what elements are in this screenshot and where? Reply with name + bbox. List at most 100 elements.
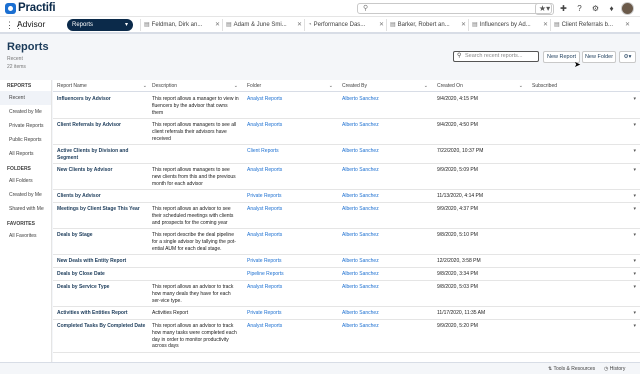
close-icon[interactable]: ✕ [379, 19, 384, 31]
sidebar-item-recent[interactable]: Recent [0, 91, 51, 105]
folder-link[interactable]: Analyst Reports [247, 323, 335, 330]
chevron-down-icon[interactable]: ⌄ [234, 80, 238, 92]
column-header-subscribed[interactable]: Subscribed [532, 80, 618, 92]
chevron-down-icon[interactable]: ⌄ [424, 80, 428, 92]
row-actions-chevron-down-icon[interactable]: ▾ [633, 284, 636, 290]
report-name-link[interactable]: Meetings by Client Stage This Year [57, 206, 147, 213]
folder-link[interactable]: Client Reports [247, 148, 335, 155]
row-actions-chevron-down-icon[interactable]: ▾ [633, 148, 636, 154]
sidebar-item-created-by-me[interactable]: Created by Me [0, 105, 51, 119]
folder-link[interactable]: Private Reports [247, 258, 335, 265]
new-folder-button[interactable]: New Folder [582, 51, 616, 63]
row-actions-chevron-down-icon[interactable]: ▾ [633, 258, 636, 264]
row-actions-chevron-down-icon[interactable]: ▾ [633, 310, 636, 316]
tab-item[interactable]: ◔ Performance Das... ✕ [304, 19, 386, 31]
created-by-link[interactable]: Alberto Sanchez [342, 284, 430, 291]
report-name-link[interactable]: Client Referrals by Advisor [57, 122, 147, 129]
sidebar-item-private-reports[interactable]: Private Reports [0, 119, 51, 133]
folder-link[interactable]: Pipeline Reports [247, 271, 335, 278]
sidebar-item-shared-with-me[interactable]: Shared with Me [0, 202, 51, 216]
folder-link[interactable]: Private Reports [247, 310, 335, 317]
sidebar-item-public-reports[interactable]: Public Reports [0, 133, 51, 147]
created-by-link[interactable]: Alberto Sanchez [342, 96, 430, 103]
row-actions-chevron-down-icon[interactable]: ▾ [633, 232, 636, 238]
created-by-link[interactable]: Alberto Sanchez [342, 167, 430, 174]
chevron-down-icon[interactable]: ▾ [125, 19, 128, 31]
created-by-link[interactable]: Alberto Sanchez [342, 310, 430, 317]
gear-icon[interactable]: ⚙ [589, 2, 602, 15]
sidebar-item-all-favorites[interactable]: All Favorites [0, 229, 51, 243]
row-actions-chevron-down-icon[interactable]: ▾ [633, 323, 636, 329]
report-name-link[interactable]: New Clients by Advisor [57, 167, 147, 174]
created-by-link[interactable]: Alberto Sanchez [342, 122, 430, 129]
report-name-link[interactable]: New Deals with Entity Report [57, 258, 147, 265]
created-by-link[interactable]: Alberto Sanchez [342, 232, 430, 239]
row-actions-chevron-down-icon[interactable]: ▾ [633, 271, 636, 277]
folder-link[interactable]: Analyst Reports [247, 96, 335, 103]
settings-dropdown-button[interactable]: ⚙▾ [619, 51, 636, 63]
close-icon[interactable]: ✕ [625, 19, 630, 31]
tab-item[interactable]: ▤ Feldman, Dirk an... ✕ [140, 19, 222, 31]
tab-label: Reports [72, 22, 94, 28]
column-header-created-by[interactable]: Created By ⌄ [342, 80, 428, 92]
record-icon: ▤ [390, 22, 396, 28]
help-icon[interactable]: ? [573, 2, 586, 15]
chevron-down-icon[interactable]: ⌄ [143, 80, 147, 92]
column-header-report-name[interactable]: Report Name ⌄ [57, 80, 147, 92]
column-header-folder[interactable]: Folder ⌄ [247, 80, 333, 92]
report-name-link[interactable]: Completed Tasks By Completed Date [57, 323, 147, 330]
row-actions-chevron-down-icon[interactable]: ▾ [633, 193, 636, 199]
sidebar-item-all-reports[interactable]: All Reports [0, 147, 51, 161]
row-actions-chevron-down-icon[interactable]: ▾ [633, 167, 636, 173]
row-actions-chevron-down-icon[interactable]: ▾ [633, 96, 636, 102]
avatar[interactable] [621, 2, 634, 15]
tab-item[interactable]: ▤ Adam & June Smi... ✕ [222, 19, 304, 31]
tab-item[interactable]: ▤ Influencers by Ad... ✕ [468, 19, 550, 31]
report-name-link[interactable]: Active Clients by Division and Segment [57, 148, 147, 162]
row-actions-chevron-down-icon[interactable]: ▾ [633, 206, 636, 212]
folder-link[interactable]: Analyst Reports [247, 284, 335, 291]
close-icon[interactable]: ✕ [297, 19, 302, 31]
report-name-link[interactable]: Activities with Entities Report [57, 310, 147, 317]
search-input[interactable]: ⚲ Search recent reports... [453, 51, 539, 62]
created-by-link[interactable]: Alberto Sanchez [342, 271, 430, 278]
tools-resources-button[interactable]: ⇅ Tools & Resources [548, 365, 595, 373]
close-icon[interactable]: ✕ [543, 19, 548, 31]
tab-reports[interactable]: Reports ▾ [67, 19, 133, 31]
sidebar-item-folders-created-by-me[interactable]: Created by Me [0, 188, 51, 202]
close-icon[interactable]: ✕ [461, 19, 466, 31]
chevron-down-icon[interactable]: ⌄ [519, 80, 523, 92]
report-name-link[interactable]: Clients by Advisor [57, 193, 147, 200]
footer-label: History [609, 366, 626, 372]
close-icon[interactable]: ✕ [215, 19, 220, 31]
report-name-link[interactable]: Influencers by Advisor [57, 96, 147, 103]
folder-link[interactable]: Analyst Reports [247, 206, 335, 213]
folder-link[interactable]: Analyst Reports [247, 232, 335, 239]
chevron-down-icon[interactable]: ⌄ [329, 80, 333, 92]
history-button[interactable]: ◷ History [604, 365, 625, 373]
column-header-description[interactable]: Description ⌄ [152, 80, 238, 92]
report-name-link[interactable]: Deals by Service Type [57, 284, 147, 291]
created-by-link[interactable]: Alberto Sanchez [342, 193, 430, 200]
column-header-created-on[interactable]: Created On ⌄ [437, 80, 523, 92]
tab-item[interactable]: ▤ Barker, Robert an... ✕ [386, 19, 468, 31]
app-logo[interactable]: Practifi [5, 2, 56, 14]
folder-link[interactable]: Analyst Reports [247, 122, 335, 129]
add-icon[interactable]: ✚ [557, 2, 570, 15]
report-name-link[interactable]: Deals by Stage [57, 232, 147, 239]
global-search-input[interactable]: ⚲ [357, 3, 552, 14]
report-name-link[interactable]: Deals by Close Date [57, 271, 147, 278]
folder-link[interactable]: Private Reports [247, 193, 335, 200]
created-by-link[interactable]: Alberto Sanchez [342, 148, 430, 155]
sidebar-item-all-folders[interactable]: All Folders [0, 174, 51, 188]
created-by-link[interactable]: Alberto Sanchez [342, 323, 430, 330]
tab-item[interactable]: ▤ Client Referrals b... ✕ [550, 19, 632, 31]
table-row: New Clients by Advisor This report allows… [53, 164, 640, 190]
favorites-button[interactable]: ★▾ [535, 2, 554, 15]
folder-link[interactable]: Analyst Reports [247, 167, 335, 174]
bell-icon[interactable]: ♦ [605, 2, 618, 15]
row-actions-chevron-down-icon[interactable]: ▾ [633, 122, 636, 128]
created-by-link[interactable]: Alberto Sanchez [342, 206, 430, 213]
created-by-link[interactable]: Alberto Sanchez [342, 258, 430, 265]
page-header: Reports Recent 22 items ⚲ Search recent r… [0, 34, 640, 80]
